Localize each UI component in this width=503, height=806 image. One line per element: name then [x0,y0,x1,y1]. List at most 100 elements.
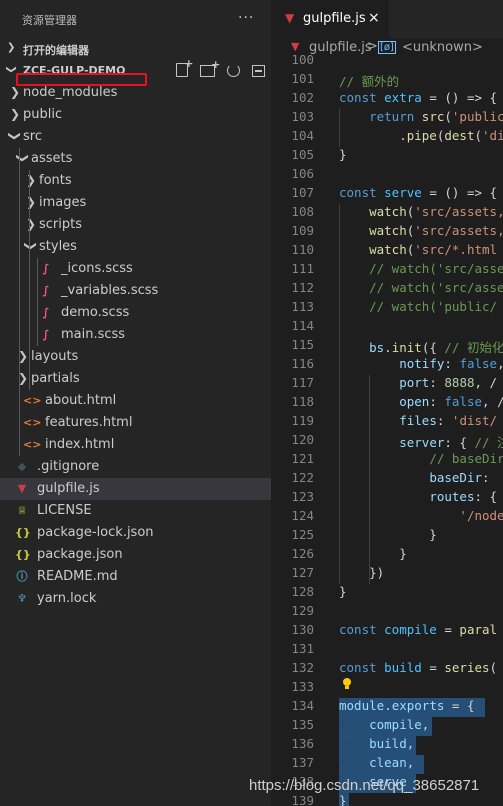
tree-file[interactable]: ♆ yarn.lock [0,588,271,610]
tree-item-label: README.md [37,569,118,584]
code-line[interactable]: // watch('src/asse [339,261,503,280]
tree-folder[interactable]: ❯ src [0,126,271,148]
line-number: 116 [291,356,314,371]
code-line[interactable]: notify: false, [339,356,503,375]
code-token: } [339,527,437,542]
close-icon[interactable]: × [368,10,380,26]
code-token: , / [482,394,503,409]
tree-folder[interactable]: ❯ public [0,104,271,126]
line-number: 118 [291,394,314,409]
tree-file[interactable]: ◆ .gitignore [0,456,271,478]
tree-folder[interactable]: ❯ assets [0,148,271,170]
code-token: } [339,793,347,806]
code-line[interactable]: routes: { [339,489,497,508]
code-line[interactable]: '/node [339,508,503,527]
line-number: 134 [291,698,314,713]
code-token: . [384,340,392,355]
html-icon: <> [23,438,42,451]
tab-label: gulpfile.js [303,11,366,26]
tree-item-label: _variables.scss [61,283,159,298]
code-line[interactable]: files: 'dist/ [339,413,497,432]
breadcrumb-symbol[interactable]: <unknown> [402,40,483,55]
code-line[interactable]: ····clean, [339,755,414,774]
code-line[interactable]: watch('src/assets, [339,223,503,242]
tree-file[interactable]: {} package.json [0,544,271,566]
more-actions-button[interactable]: ··· [238,10,254,26]
code-token: , [421,717,430,732]
tree-file[interactable]: ▼ gulpfile.js [0,478,271,500]
json-icon: {} [15,526,31,539]
code-line[interactable]: open: false, / [339,394,503,413]
tree-file[interactable]: ∫ _icons.scss [0,258,271,280]
code-line[interactable]: port: 8888, / [339,375,497,394]
code-line[interactable]: // baseDir [339,451,503,470]
code-line[interactable]: } [339,527,437,546]
lightbulb-icon[interactable] [342,678,352,690]
tree-file[interactable]: ∫ main.scss [0,324,271,346]
breadcrumb-file[interactable]: gulpfile.js [309,40,372,55]
code-line[interactable]: // watch('public/ [339,299,497,318]
code-token: open [399,394,430,409]
code-token: , [497,356,503,371]
symbol-variable-icon: [ø] [378,41,396,54]
code-line[interactable]: module.exports = { [339,698,474,717]
tree-folder[interactable]: ❯ layouts [0,346,271,368]
code-line[interactable]: ····compile, [339,717,429,736]
code-token: false [444,394,483,409]
code-token: , [406,755,415,770]
new-folder-icon[interactable] [200,58,220,77]
tree-file[interactable]: ♕ LICENSE [0,500,271,522]
tree-file[interactable]: <> features.html [0,412,271,434]
code-token: false [459,356,498,371]
tree-folder[interactable]: ❯ fonts [0,170,271,192]
code-line[interactable]: } [339,147,347,166]
tree-folder[interactable]: ❯ partials [0,368,271,390]
tree-item-label: styles [39,239,77,254]
collapse-all-icon[interactable] [252,65,265,77]
tree-folder[interactable]: ❯ scripts [0,214,271,236]
code-token: compile [369,717,422,732]
refresh-icon[interactable] [227,64,241,77]
code-line[interactable]: const build = series( [339,660,497,679]
code-line[interactable]: watch('src/assets, [339,204,503,223]
code-token: // watch('src/asse [369,261,503,276]
code-line[interactable]: }) [339,565,384,584]
code-line[interactable]: .pipe(dest('di [339,128,503,147]
code-line[interactable]: baseDir: [339,470,489,489]
code-line[interactable]: server: { // 注 [339,432,503,451]
tree-folder[interactable]: ❯ images [0,192,271,214]
tree-file[interactable]: <> index.html [0,434,271,456]
code-token: 'src/assets, [414,223,503,238]
code-line[interactable]: const serve = () => { [339,185,497,204]
tree-folder[interactable]: ❯ styles [0,236,271,258]
code-line[interactable]: } [339,546,407,565]
tree-folder[interactable]: ❯ node_modules [0,82,271,104]
new-file-icon[interactable] [176,57,193,77]
tree-file[interactable]: ∫ _variables.scss [0,280,271,302]
tree-file[interactable]: ⓘ README.md [0,566,271,588]
code-line[interactable]: const extra = () => { [339,90,497,109]
code-line[interactable]: // 额外的 [339,71,399,90]
chevron-right-icon: ❯ [7,42,16,53]
tree-item-label: package.json [37,547,123,562]
code-line[interactable]: ····build, [339,736,414,755]
tree-file[interactable]: ∫ demo.scss [0,302,271,324]
line-number: 106 [291,166,314,181]
tab-gulpfile[interactable]: ▼ gulpfile.js × [271,0,389,38]
code-line[interactable]: const compile = paral [339,622,497,641]
code-line[interactable]: return src('public [339,109,503,128]
open-editors-section[interactable]: ❯ 打开的编辑器 [0,38,271,60]
tree-file[interactable]: {} package-lock.json [0,522,271,544]
info-icon: ⓘ [16,570,28,583]
code-line[interactable]: } [339,793,347,806]
chevron-down-icon: ❯ [5,65,17,74]
code-line[interactable]: // watch('src/asse [339,280,503,299]
code-line[interactable]: watch('src/*.html [339,242,497,261]
code-line[interactable]: } [339,584,347,603]
tree-file[interactable]: <> about.html [0,390,271,412]
code-line[interactable]: bs.init({ // 初始化 [339,337,503,356]
chevron-down-icon: ❯ [8,130,22,142]
code-token: 'di [482,128,503,143]
